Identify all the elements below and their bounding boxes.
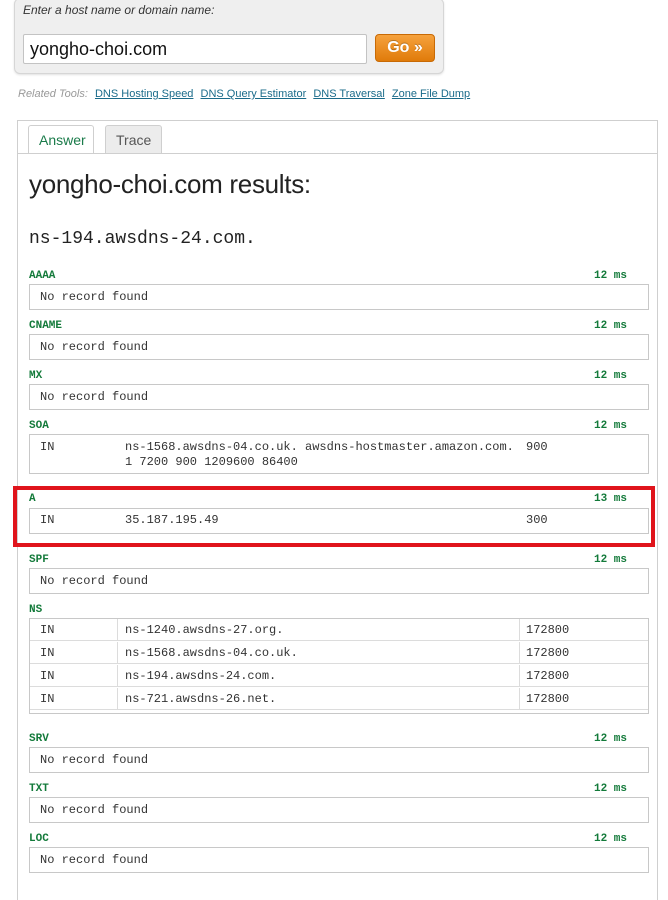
soa-data: ns-1568.awsdns-04.co.uk. awsdns-hostmast… bbox=[125, 440, 514, 469]
record-header-txt: TXT 12 ms bbox=[29, 783, 627, 795]
record-time: 12 ms bbox=[593, 370, 627, 382]
search-panel: Enter a host name or domain name: Go » bbox=[14, 0, 444, 74]
ns-host: ns-1568.awsdns-04.co.uk. bbox=[118, 642, 520, 664]
link-dns-traversal[interactable]: DNS Traversal bbox=[313, 88, 385, 100]
record-box-soa: IN ns-1568.awsdns-04.co.uk. awsdns-hostm… bbox=[29, 434, 649, 474]
record-box-loc: No record found bbox=[29, 847, 649, 873]
ns-ttl: 172800 bbox=[526, 646, 570, 660]
record-time: 12 ms bbox=[593, 783, 627, 795]
no-record-text: No record found bbox=[40, 853, 149, 867]
record-type: SOA bbox=[29, 420, 49, 432]
soa-ttl: 900 bbox=[526, 440, 548, 454]
record-type: SRV bbox=[29, 733, 49, 745]
no-record-text: No record found bbox=[40, 803, 149, 817]
record-header-mx: MX 12 ms bbox=[29, 370, 627, 382]
record-box-spf: No record found bbox=[29, 568, 649, 594]
ns-ttl: 172800 bbox=[526, 669, 570, 683]
record-time: 12 ms bbox=[593, 320, 627, 332]
record-type: SPF bbox=[29, 554, 49, 566]
record-time: 12 ms bbox=[593, 554, 627, 566]
record-box-srv: No record found bbox=[29, 747, 649, 773]
record-time: 12 ms bbox=[593, 733, 627, 745]
ns-host: ns-194.awsdns-24.com. bbox=[118, 665, 520, 687]
ns-class: IN bbox=[30, 665, 118, 687]
no-record-text: No record found bbox=[40, 753, 149, 767]
record-type: NS bbox=[29, 604, 43, 616]
link-dns-query-estimator[interactable]: DNS Query Estimator bbox=[201, 88, 307, 100]
ns-ttl: 172800 bbox=[526, 692, 570, 706]
record-header-srv: SRV 12 ms bbox=[29, 733, 627, 745]
link-dns-hosting-speed[interactable]: DNS Hosting Speed bbox=[95, 88, 193, 100]
record-type: MX bbox=[29, 370, 43, 382]
link-zone-file-dump[interactable]: Zone File Dump bbox=[392, 88, 470, 100]
search-label: Enter a host name or domain name: bbox=[23, 3, 215, 17]
no-record-text: No record found bbox=[40, 290, 149, 304]
record-time: 12 ms bbox=[593, 420, 627, 432]
record-box-aaaa: No record found bbox=[29, 284, 649, 310]
results-title: yongho-choi.com results: bbox=[29, 169, 311, 199]
ns-ttl: 172800 bbox=[526, 623, 570, 637]
ns-record-row: IN ns-1568.awsdns-04.co.uk. 172800 bbox=[30, 642, 648, 664]
ns-class: IN bbox=[30, 642, 118, 664]
ns-record-row: IN ns-721.awsdns-26.net. 172800 bbox=[30, 688, 648, 710]
record-header-ns: NS bbox=[29, 604, 627, 616]
soa-class: IN bbox=[40, 440, 55, 454]
no-record-text: No record found bbox=[40, 574, 149, 588]
ns-record-row: IN ns-194.awsdns-24.com. 172800 bbox=[30, 665, 648, 687]
ns-host: ns-1240.awsdns-27.org. bbox=[118, 619, 520, 641]
record-box-mx: No record found bbox=[29, 384, 649, 410]
record-time: 12 ms bbox=[593, 270, 627, 282]
related-tools-label: Related Tools: bbox=[18, 88, 88, 100]
ns-class: IN bbox=[30, 688, 118, 710]
tab-trace[interactable]: Trace bbox=[105, 125, 162, 154]
tabs-divider bbox=[18, 153, 657, 154]
no-record-text: No record found bbox=[40, 390, 149, 404]
record-type: AAAA bbox=[29, 270, 56, 282]
record-time: 12 ms bbox=[593, 833, 627, 845]
no-record-text: No record found bbox=[40, 340, 149, 354]
ns-class: IN bbox=[30, 619, 118, 641]
record-header-soa: SOA 12 ms bbox=[29, 420, 627, 432]
tab-answer[interactable]: Answer bbox=[28, 125, 94, 154]
queried-nameserver: ns-194.awsdns-24.com. bbox=[29, 229, 256, 249]
record-box-txt: No record found bbox=[29, 797, 649, 823]
ns-host: ns-721.awsdns-26.net. bbox=[118, 688, 520, 710]
record-header-spf: SPF 12 ms bbox=[29, 554, 627, 566]
ns-record-row: IN ns-1240.awsdns-27.org. 172800 bbox=[30, 619, 648, 641]
go-button[interactable]: Go » bbox=[375, 34, 435, 62]
highlight-box-a-record bbox=[13, 486, 655, 547]
record-header-loc: LOC 12 ms bbox=[29, 833, 627, 845]
record-type: TXT bbox=[29, 783, 49, 795]
domain-search-input[interactable] bbox=[23, 34, 367, 64]
record-box-cname: No record found bbox=[29, 334, 649, 360]
record-type: LOC bbox=[29, 833, 49, 845]
related-tools: Related Tools: DNS Hosting Speed DNS Que… bbox=[18, 88, 470, 100]
record-header-aaaa: AAAA 12 ms bbox=[29, 270, 627, 282]
record-type: CNAME bbox=[29, 320, 63, 332]
record-box-ns: IN ns-1240.awsdns-27.org. 172800 IN ns-1… bbox=[29, 618, 649, 714]
record-header-cname: CNAME 12 ms bbox=[29, 320, 627, 332]
